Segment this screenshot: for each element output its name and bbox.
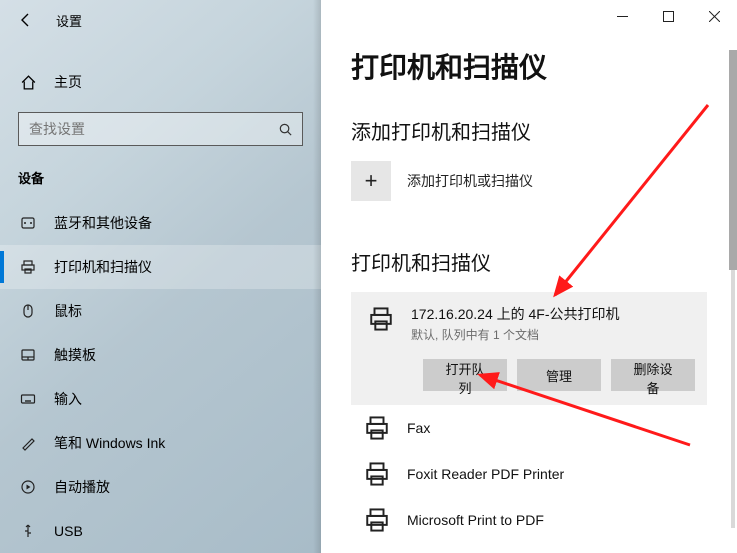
- sidebar-item-mouse[interactable]: 鼠标: [0, 289, 321, 333]
- sidebar-item-pen[interactable]: 笔和 Windows Ink: [0, 421, 321, 465]
- pen-icon: [18, 435, 38, 451]
- printer-item-selected[interactable]: 172.16.20.24 上的 4F-公共打印机 默认, 队列中有 1 个文档 …: [351, 292, 707, 405]
- scrollbar-thumb[interactable]: [729, 50, 737, 270]
- sidebar-nav: 蓝牙和其他设备 打印机和扫描仪 鼠标 触摸板 输入 笔和 Windows Ink: [0, 201, 321, 553]
- sidebar: 设置 主页 设备 蓝牙和其他设备 打印机和扫描仪: [0, 0, 321, 553]
- autoplay-icon: [18, 479, 38, 495]
- sidebar-item-bluetooth[interactable]: 蓝牙和其他设备: [0, 201, 321, 245]
- search-input-wrap[interactable]: [18, 112, 303, 146]
- printer-status: 默认, 队列中有 1 个文档: [411, 326, 620, 343]
- maximize-icon: [663, 11, 674, 22]
- close-icon: [709, 11, 720, 22]
- sidebar-item-typing[interactable]: 输入: [0, 377, 321, 421]
- remove-device-button[interactable]: 删除设备: [611, 359, 695, 391]
- sidebar-home[interactable]: 主页: [0, 62, 321, 102]
- printer-list-title: 打印机和扫描仪: [351, 247, 707, 276]
- sidebar-home-label: 主页: [54, 72, 82, 92]
- keyboard-icon: [18, 391, 38, 407]
- sidebar-item-label: 触摸板: [54, 345, 96, 365]
- printer-icon: [359, 415, 395, 441]
- printer-name: Microsoft Print to PDF: [407, 512, 544, 528]
- add-section-title: 添加打印机和扫描仪: [351, 116, 707, 145]
- sidebar-item-label: USB: [54, 523, 83, 539]
- printer-list: 172.16.20.24 上的 4F-公共打印机 默认, 队列中有 1 个文档 …: [351, 292, 707, 543]
- sidebar-item-label: 自动播放: [54, 477, 110, 497]
- maximize-button[interactable]: [645, 0, 691, 32]
- scrollbar[interactable]: [731, 50, 735, 528]
- sidebar-item-autoplay[interactable]: 自动播放: [0, 465, 321, 509]
- bluetooth-icon: [18, 215, 38, 231]
- printer-icon: [359, 507, 395, 533]
- sidebar-section-title: 设备: [0, 146, 321, 195]
- window-title: 设置: [56, 11, 82, 30]
- printer-name: Fax: [407, 420, 430, 436]
- sidebar-item-label: 鼠标: [54, 301, 82, 321]
- printer-item[interactable]: Microsoft Print to PDF: [351, 497, 707, 543]
- home-icon: [18, 74, 38, 91]
- sidebar-item-label: 打印机和扫描仪: [54, 257, 152, 277]
- add-printer-label: 添加打印机或扫描仪: [407, 171, 533, 191]
- manage-button[interactable]: 管理: [517, 359, 601, 391]
- minimize-icon: [617, 11, 628, 22]
- add-printer-row[interactable]: + 添加打印机或扫描仪: [351, 161, 707, 201]
- sidebar-divider-shadow: [313, 0, 321, 553]
- search-icon: [268, 122, 302, 137]
- main-panel: 打印机和扫描仪 添加打印机和扫描仪 + 添加打印机或扫描仪 打印机和扫描仪 17…: [321, 0, 737, 553]
- window-controls: [599, 0, 737, 32]
- printer-item[interactable]: Fax: [351, 405, 707, 451]
- printer-icon: [359, 461, 395, 487]
- printer-name: 172.16.20.24 上的 4F-公共打印机: [411, 304, 620, 324]
- printer-icon: [363, 304, 399, 332]
- open-queue-button[interactable]: 打开队列: [423, 359, 507, 391]
- sidebar-item-printers[interactable]: 打印机和扫描仪: [0, 245, 321, 289]
- mouse-icon: [18, 303, 38, 319]
- minimize-button[interactable]: [599, 0, 645, 32]
- sidebar-item-touchpad[interactable]: 触摸板: [0, 333, 321, 377]
- printer-icon: [18, 259, 38, 275]
- back-button[interactable]: [6, 0, 46, 40]
- close-button[interactable]: [691, 0, 737, 32]
- plus-icon: +: [351, 161, 391, 201]
- page-title: 打印机和扫描仪: [351, 46, 707, 86]
- titlebar: 设置: [0, 0, 321, 40]
- printer-item[interactable]: Foxit Reader PDF Printer: [351, 451, 707, 497]
- sidebar-item-label: 输入: [54, 389, 82, 409]
- usb-icon: [18, 523, 38, 539]
- search-input[interactable]: [19, 121, 268, 137]
- touchpad-icon: [18, 347, 38, 363]
- sidebar-item-usb[interactable]: USB: [0, 509, 321, 553]
- printer-name: Foxit Reader PDF Printer: [407, 466, 564, 482]
- sidebar-item-label: 笔和 Windows Ink: [54, 433, 165, 453]
- arrow-left-icon: [18, 12, 34, 28]
- sidebar-item-label: 蓝牙和其他设备: [54, 213, 152, 233]
